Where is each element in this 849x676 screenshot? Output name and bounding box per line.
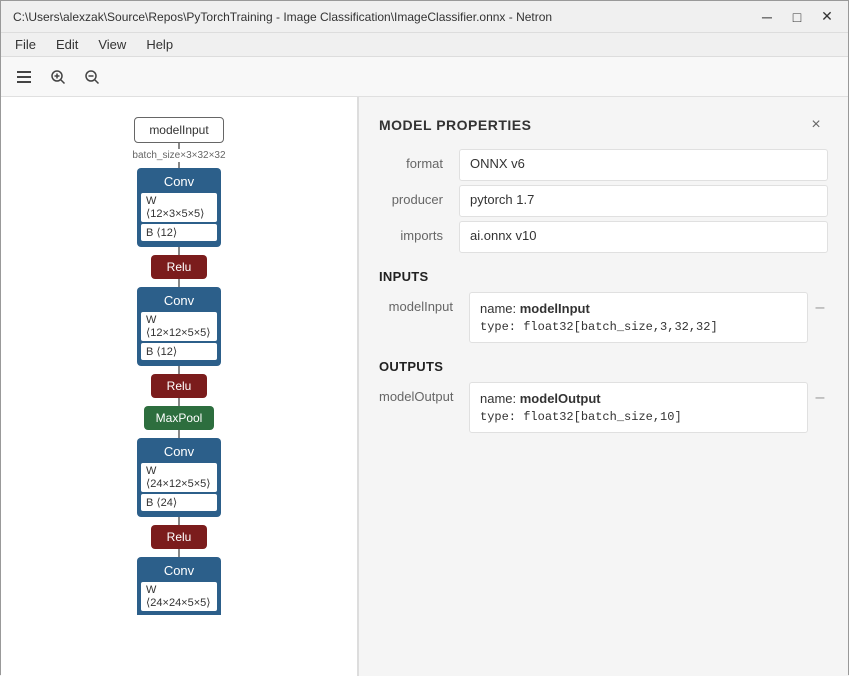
- output-collapse-icon[interactable]: –: [812, 382, 828, 407]
- output-name-bold: modelOutput: [520, 391, 601, 406]
- sidebar-icon: [15, 68, 33, 86]
- output-model-output-value: name: modelOutput type: float32[batch_si…: [469, 382, 808, 433]
- inputs-section-header: INPUTS: [379, 269, 828, 284]
- title-bar: C:\Users\alexzak\Source\Repos\PyTorchTra…: [1, 1, 848, 33]
- outputs-section-header: OUTPUTS: [379, 359, 828, 374]
- input-name-text: name: modelInput: [480, 301, 797, 316]
- node-conv3[interactable]: Conv W ⟨24×12×5×5⟩ B ⟨24⟩: [137, 438, 221, 517]
- node-model-input[interactable]: modelInput: [134, 117, 223, 143]
- title-text: C:\Users\alexzak\Source\Repos\PyTorchTra…: [9, 10, 754, 24]
- prop-producer-row: producer pytorch 1.7: [379, 185, 828, 217]
- node-relu3[interactable]: Relu: [151, 525, 208, 549]
- prop-producer-label: producer: [379, 185, 459, 207]
- prop-imports-value: ai.onnx v10: [459, 221, 828, 253]
- node-relu1[interactable]: Relu: [151, 255, 208, 279]
- node-relu2[interactable]: Relu: [151, 374, 208, 398]
- menu-edit[interactable]: Edit: [46, 35, 88, 54]
- prop-format-row: format ONNX v6: [379, 149, 828, 181]
- node-conv1[interactable]: Conv W ⟨12×3×5×5⟩ B ⟨12⟩: [137, 168, 221, 247]
- prop-format-label: format: [379, 149, 459, 171]
- node-conv2[interactable]: Conv W ⟨12×12×5×5⟩ B ⟨12⟩: [137, 287, 221, 366]
- input-collapse-icon[interactable]: –: [812, 292, 828, 317]
- menu-view[interactable]: View: [88, 35, 136, 54]
- output-type-text: type: float32[batch_size,10]: [480, 410, 797, 424]
- output-model-output-row: modelOutput name: modelOutput type: floa…: [379, 382, 828, 433]
- close-window-button[interactable]: ✕: [814, 7, 840, 27]
- sidebar-toggle-button[interactable]: [9, 62, 39, 92]
- main-content: modelInput batch_size×3×32×32 Conv W ⟨12…: [1, 97, 848, 676]
- maximize-button[interactable]: □: [784, 7, 810, 27]
- output-name-text: name: modelOutput: [480, 391, 797, 406]
- toolbar: [1, 57, 848, 97]
- graph-area[interactable]: modelInput batch_size×3×32×32 Conv W ⟨12…: [1, 97, 358, 676]
- node-conv4[interactable]: Conv W ⟨24×24×5×5⟩: [137, 557, 221, 615]
- node-maxpool[interactable]: MaxPool: [144, 406, 215, 430]
- edge-label-1: batch_size×3×32×32: [132, 150, 225, 161]
- input-model-input-label: modelInput: [379, 292, 469, 314]
- prop-format-value: ONNX v6: [459, 149, 828, 181]
- panel-header: MODEL PROPERTIES ×: [359, 97, 848, 149]
- zoom-out-button[interactable]: [77, 62, 107, 92]
- output-model-output-label: modelOutput: [379, 382, 469, 404]
- panel-content: format ONNX v6 producer pytorch 1.7 impo…: [359, 149, 848, 676]
- menu-help[interactable]: Help: [136, 35, 183, 54]
- zoom-in-icon: [49, 68, 67, 86]
- input-type-text: type: float32[batch_size,3,32,32]: [480, 320, 797, 334]
- input-name-bold: modelInput: [520, 301, 590, 316]
- input-model-input-value: name: modelInput type: float32[batch_siz…: [469, 292, 808, 343]
- zoom-out-icon: [83, 68, 101, 86]
- menu-bar: File Edit View Help: [1, 33, 848, 57]
- window-controls: ─ □ ✕: [754, 7, 840, 27]
- properties-panel: MODEL PROPERTIES × format ONNX v6 produc…: [358, 97, 848, 676]
- minimize-button[interactable]: ─: [754, 7, 780, 27]
- prop-imports-row: imports ai.onnx v10: [379, 221, 828, 253]
- input-model-input-row: modelInput name: modelInput type: float3…: [379, 292, 828, 343]
- prop-imports-label: imports: [379, 221, 459, 243]
- menu-file[interactable]: File: [5, 35, 46, 54]
- panel-title: MODEL PROPERTIES: [379, 117, 531, 133]
- panel-close-button[interactable]: ×: [804, 113, 828, 137]
- prop-producer-value: pytorch 1.7: [459, 185, 828, 217]
- zoom-in-button[interactable]: [43, 62, 73, 92]
